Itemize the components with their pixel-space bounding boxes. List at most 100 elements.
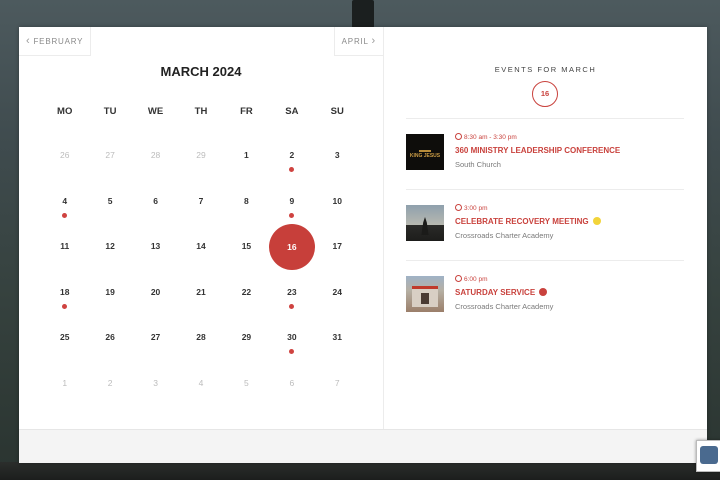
day-number: 13 [150, 241, 161, 251]
day-cell[interactable]: 27 [133, 315, 178, 361]
day-cell[interactable]: 31 [315, 315, 360, 361]
day-cell[interactable]: 29 [224, 315, 269, 361]
day-number: 2 [289, 150, 295, 160]
day-cell[interactable]: 28 [133, 133, 178, 179]
day-cell[interactable]: 18 [42, 270, 87, 316]
prev-month-label: FEBRUARY [33, 37, 84, 46]
next-month-label: APRIL [341, 37, 369, 46]
day-number: 2 [107, 377, 113, 388]
day-cell[interactable]: 13 [133, 224, 178, 270]
weekday-label: SA [285, 106, 299, 117]
event-thumbnail: KING JESUS [406, 134, 444, 170]
day-number: 7 [198, 195, 204, 206]
day-number: 11 [60, 241, 70, 251]
prev-month-button[interactable]: ‹ FEBRUARY [19, 27, 92, 56]
day-cell[interactable]: 15 [224, 224, 269, 270]
day-cell[interactable]: 20 [133, 270, 178, 316]
day-number: 31 [332, 332, 342, 342]
day-number: 26 [59, 150, 70, 160]
selected-day-badge: 16 [532, 81, 558, 107]
day-number: 23 [287, 286, 297, 297]
day-cell[interactable]: 27 [87, 133, 132, 179]
background-pole [352, 0, 374, 28]
day-cell[interactable]: 26 [42, 133, 87, 179]
day-cell[interactable]: 23 [269, 270, 314, 316]
day-cell[interactable]: 3 [133, 361, 178, 407]
day-cell[interactable]: 25 [42, 315, 87, 361]
day-cell[interactable]: 24 [315, 270, 360, 316]
day-cell[interactable]: 9 [269, 179, 314, 225]
day-cell[interactable]: 3 [315, 133, 360, 179]
weekday-label: TH [194, 106, 208, 117]
event-dot-icon [62, 303, 68, 309]
day-cell[interactable]: 7 [315, 361, 360, 407]
day-cell[interactable]: 5 [87, 179, 132, 225]
day-number: 14 [196, 241, 206, 251]
clock-icon [455, 275, 462, 282]
day-number: 25 [59, 332, 70, 342]
day-cell[interactable]: 4 [178, 361, 223, 407]
day-number: 18 [59, 286, 70, 297]
day-cell[interactable]: 10 [315, 179, 360, 225]
day-cell[interactable]: 4 [42, 179, 87, 225]
day-number: 6 [289, 377, 295, 388]
event-dot-icon [289, 212, 295, 218]
day-cell[interactable]: 1 [224, 133, 269, 179]
event-item[interactable]: 6:00 pm SATURDAY SERVICE Crossroads Char… [406, 260, 684, 331]
day-cell[interactable]: 7 [178, 179, 223, 225]
day-number: 24 [332, 286, 342, 297]
calendar-widget: ‹ FEBRUARY APRIL › MARCH 2024 MO TU WE T… [19, 27, 707, 463]
day-cell[interactable]: 19 [87, 270, 132, 316]
next-month-button[interactable]: APRIL › [333, 27, 384, 56]
day-number: 20 [150, 286, 161, 297]
day-cell[interactable]: 6 [133, 179, 178, 225]
day-cell[interactable]: 2 [87, 361, 132, 407]
event-thumbnail [406, 205, 444, 241]
day-number: 8 [244, 195, 249, 206]
day-number: 28 [150, 150, 161, 160]
day-number: 10 [332, 195, 342, 206]
weekday-label: SU [330, 106, 344, 117]
event-dot-icon [289, 349, 295, 354]
day-cell[interactable]: 21 [178, 270, 223, 316]
clock-icon [455, 204, 462, 211]
events-heading: EVENTS FOR MARCH [494, 65, 597, 74]
day-cell[interactable]: 12 [87, 224, 132, 270]
event-title[interactable]: SATURDAY SERVICE [455, 288, 535, 297]
weekday-label: MO [57, 106, 73, 117]
day-cell[interactable]: 11 [42, 224, 87, 270]
day-cell[interactable]: 1 [42, 361, 87, 407]
day-number: 7 [334, 377, 340, 388]
crown-icon [419, 142, 431, 152]
day-cell[interactable]: 28 [178, 315, 223, 361]
day-cell[interactable]: 17 [315, 224, 360, 270]
event-dot-icon [289, 303, 295, 309]
day-number: 4 [198, 377, 204, 388]
day-number: 28 [196, 332, 206, 342]
clock-icon [455, 133, 462, 140]
day-cell[interactable]: 29 [178, 133, 223, 179]
day-number: 9 [289, 195, 295, 206]
day-cell[interactable]: 14 [178, 224, 223, 270]
event-title[interactable]: CELEBRATE RECOVERY MEETING [455, 217, 589, 226]
events-list: EVENTS FOR MARCH 16 KING JESUS 8:30 am -… [384, 27, 707, 430]
day-number: 3 [334, 150, 340, 160]
event-title[interactable]: 360 MINISTRY LEADERSHIP CONFERENCE [455, 146, 620, 155]
day-cell[interactable]: 2 [269, 133, 314, 179]
weekday-label: WE [147, 106, 164, 117]
day-cell[interactable]: 26 [87, 315, 132, 361]
event-time: 6:00 pm [464, 276, 488, 283]
day-cell[interactable]: 6 [269, 361, 314, 407]
event-item[interactable]: KING JESUS 8:30 am - 3:30 pm 360 MINISTR… [406, 118, 684, 189]
day-number: 1 [62, 377, 68, 388]
day-cell[interactable]: 30 [269, 315, 314, 361]
event-item[interactable]: 3:00 pm CELEBRATE RECOVERY MEETING Cross… [406, 189, 684, 260]
day-number: 5 [107, 195, 113, 206]
chevron-left-icon: ‹ [26, 35, 31, 47]
day-cell[interactable]: 5 [224, 361, 269, 407]
day-cell[interactable]: 8 [224, 179, 269, 225]
day-cell[interactable]: 22 [224, 270, 269, 316]
floating-app-icon[interactable] [696, 440, 720, 472]
day-number: 27 [105, 150, 115, 160]
day-cell-selected[interactable]: 16 [268, 224, 315, 270]
